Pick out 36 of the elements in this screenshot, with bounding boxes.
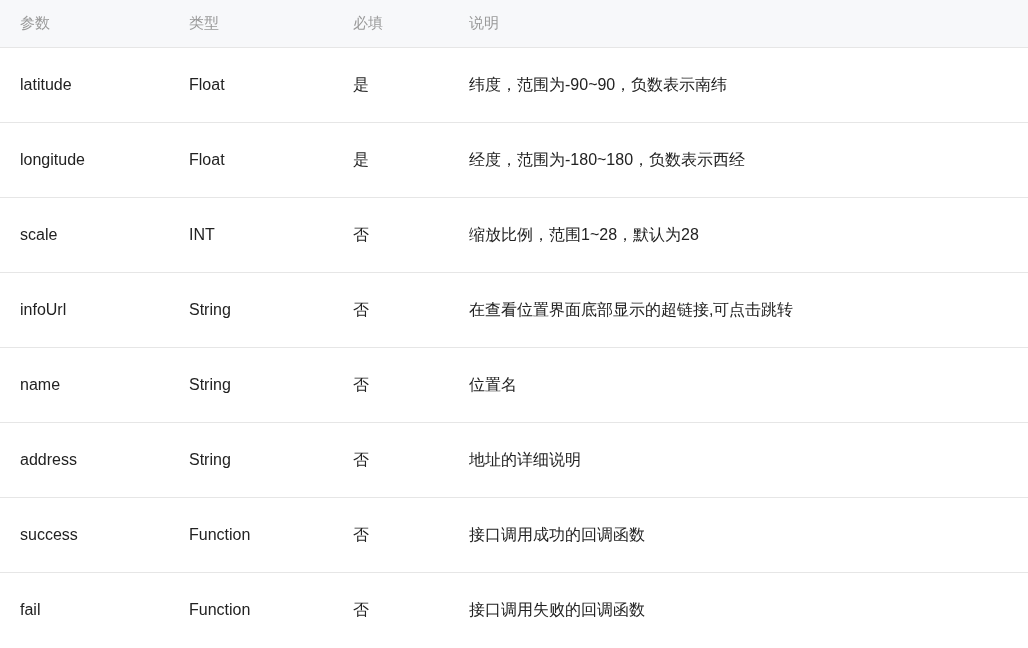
table-cell: longitude (20, 151, 85, 169)
table-cell: fail (20, 601, 41, 619)
table-cell-text: 否 (353, 449, 369, 470)
table-cell-text: 否 (353, 524, 369, 545)
table-cell: success (20, 526, 78, 544)
table-cell-text: 否 (353, 599, 369, 620)
table-cell: Float (189, 76, 225, 94)
table-cell: Function (189, 526, 251, 544)
table-cell-text: 地址的详细说明 (469, 449, 581, 470)
column-header: 参数 (20, 14, 51, 33)
table-cell: name (20, 376, 61, 394)
table-cell: infoUrl (20, 301, 67, 319)
table-cell-text: 位置名 (469, 374, 517, 395)
table-cell-text: 接口调用成功的回调函数 (469, 524, 645, 545)
table-cell-text: 否 (353, 224, 369, 245)
table-cell-text: 否 (353, 374, 369, 395)
table-cell: String (189, 301, 231, 319)
table-cell: address (20, 451, 77, 469)
table-cell: String (189, 451, 231, 469)
table-cell-text: 是 (353, 149, 369, 170)
table-cell: Float (189, 151, 225, 169)
column-header: 说明 (469, 14, 500, 33)
table-cell: scale (20, 226, 58, 244)
table-cell-text: 经度，范围为-180~180，负数表示西经 (469, 149, 746, 170)
table-cell: Function (189, 601, 251, 619)
table-cell-text: 是 (353, 74, 369, 95)
table-cell-text: 在查看位置界面底部显示的超链接,可点击跳转 (469, 299, 794, 320)
column-header: 类型 (189, 14, 220, 33)
column-header: 必填 (353, 14, 384, 33)
table-cell: latitude (20, 76, 72, 94)
table-cell-text: 否 (353, 299, 369, 320)
table-cell-text: 缩放比例，范围1~28，默认为28 (469, 224, 699, 245)
table-cell-text: 纬度，范围为-90~90，负数表示南纬 (469, 74, 728, 95)
table-cell: INT (189, 226, 215, 244)
table-cell: String (189, 376, 231, 394)
table-cell-text: 接口调用失败的回调函数 (469, 599, 645, 620)
